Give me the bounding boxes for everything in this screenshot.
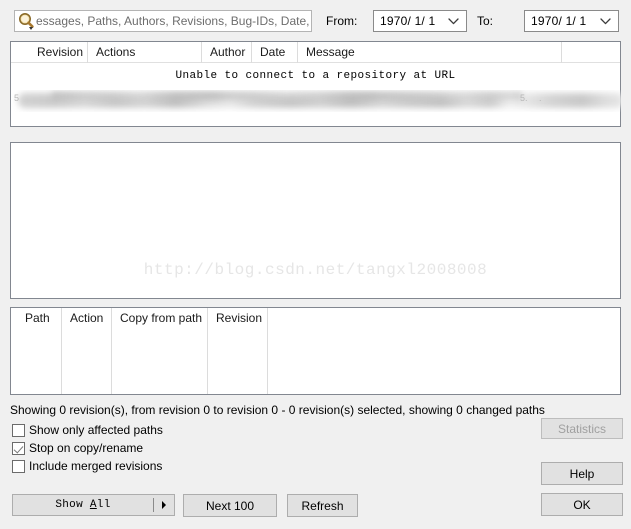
option-label: Stop on copy/rename (29, 441, 144, 455)
commit-message-panel[interactable]: http://blog.csdn.net/tangxl2008008 (10, 142, 621, 299)
path-column-header[interactable]: Action (61, 308, 111, 394)
log-options-group: Show only affected paths Stop on copy/ren… (12, 421, 163, 475)
path-column-header[interactable]: Path (17, 308, 61, 394)
redaction-fragment: 5 (14, 93, 20, 103)
to-label: To: (477, 14, 494, 28)
checkbox-icon[interactable] (12, 459, 25, 473)
help-button[interactable]: Help (541, 462, 623, 485)
path-column-header[interactable] (267, 308, 620, 394)
option-label: Include merged revisions (29, 459, 163, 473)
option-row[interactable]: Stop on copy/rename (12, 439, 163, 457)
chevron-down-icon[interactable] (600, 14, 611, 28)
date-to-value: 1970/ 1/ 1 (531, 14, 587, 28)
search-placeholder-text: essages, Paths, Authors, Revisions, Bug-… (36, 14, 310, 28)
date-from-combobox[interactable]: 1970/ 1/ 1 (373, 10, 467, 32)
path-column-header[interactable]: Revision (207, 308, 267, 394)
option-label: Show only affected paths (29, 423, 163, 437)
ok-button[interactable]: OK (541, 493, 623, 516)
path-table-header: Path Action Copy from path Revision (11, 308, 620, 394)
revision-column-header[interactable]: Message (297, 42, 561, 63)
show-all-label: Show All (13, 499, 153, 511)
filter-toolbar: essages, Paths, Authors, Revisions, Bug-… (0, 0, 631, 40)
checkbox-icon[interactable] (12, 441, 25, 455)
show-all-prefix: Show (55, 499, 90, 511)
watermark-text: http://blog.csdn.net/tangxl2008008 (143, 261, 488, 279)
revision-column-header[interactable]: Author (201, 42, 249, 63)
redaction-fragment: 5. (520, 93, 528, 103)
chevron-down-icon[interactable] (448, 14, 459, 28)
triangle-right-icon[interactable] (154, 501, 174, 509)
date-to-combobox[interactable]: 1970/ 1/ 1 (524, 10, 619, 32)
checkbox-icon[interactable] (12, 423, 25, 437)
show-log-dialog: essages, Paths, Authors, Revisions, Bug-… (0, 0, 631, 529)
refresh-button[interactable]: Refresh (287, 494, 358, 517)
revision-column-header[interactable]: Revision (29, 42, 85, 63)
path-column-header[interactable]: Copy from path (111, 308, 207, 394)
revision-list-panel[interactable]: Revision Actions Author Date Message Unable … (10, 41, 621, 127)
repository-error-message: Unable to connect to a repository at URL (175, 70, 456, 82)
status-summary-text: Showing 0 revision(s), from revision 0 t… (10, 403, 545, 417)
redaction-blur-band-overlay (52, 91, 522, 100)
show-all-split-button[interactable]: Show All (12, 494, 175, 516)
option-row[interactable]: Include merged revisions (12, 457, 163, 475)
statistics-button[interactable]: Statistics (541, 418, 623, 439)
next-100-button[interactable]: Next 100 (183, 494, 277, 517)
from-label: From: (326, 14, 358, 28)
option-row[interactable]: Show only affected paths (12, 421, 163, 439)
redaction-fragment: . (539, 93, 542, 103)
magnifier-search-icon[interactable] (16, 11, 38, 31)
search-input[interactable]: essages, Paths, Authors, Revisions, Bug-… (14, 10, 312, 32)
show-all-accelerator: A (89, 499, 97, 511)
revision-column-header[interactable]: Actions (87, 42, 209, 63)
redacted-revision-row[interactable]: 5 5. . (12, 90, 621, 112)
show-all-suffix: ll (96, 499, 111, 511)
date-from-value: 1970/ 1/ 1 (380, 14, 436, 28)
changed-paths-panel[interactable]: Path Action Copy from path Revision (10, 307, 621, 395)
revision-column-header[interactable]: Date (251, 42, 295, 63)
revision-table-header: Revision Actions Author Date Message (11, 42, 620, 63)
revision-column-header[interactable] (561, 42, 620, 63)
